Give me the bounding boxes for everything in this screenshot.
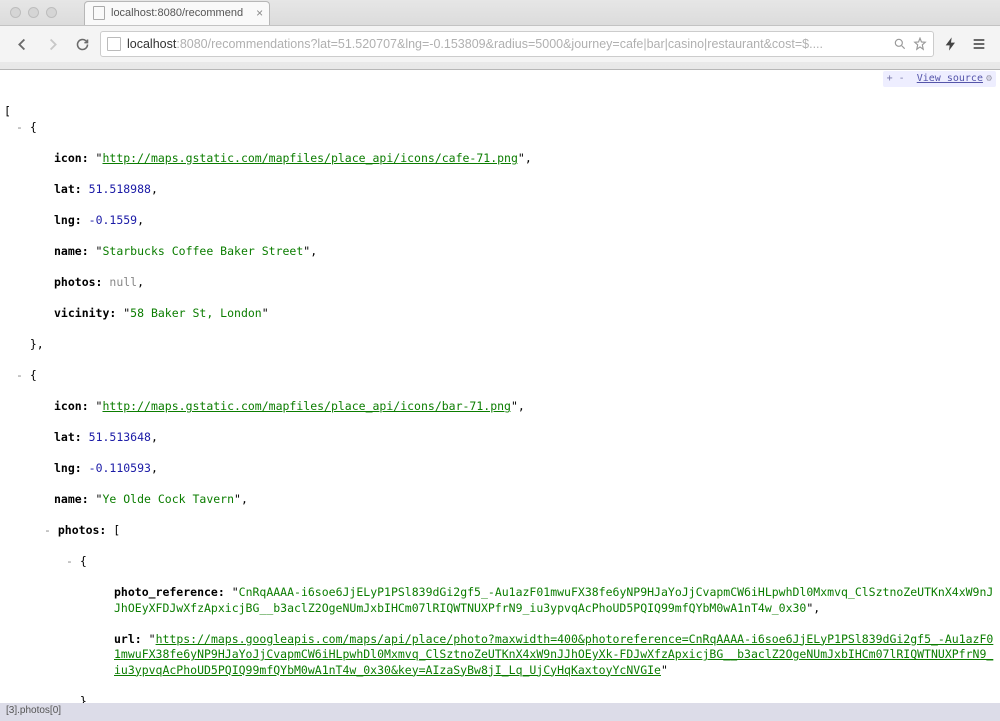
collapse-toggle-icon[interactable]: - (16, 120, 23, 134)
site-icon (107, 37, 121, 51)
window-close-icon[interactable] (10, 7, 21, 18)
browser-chrome: localhost:8080/recommend × localhost:808… (0, 0, 1000, 70)
viewer-controls[interactable]: + - View source⚙ (883, 71, 996, 87)
window-titlebar: localhost:8080/recommend × (0, 0, 1000, 26)
back-button[interactable] (10, 32, 34, 56)
browser-tab[interactable]: localhost:8080/recommend × (84, 1, 270, 25)
bookmark-star-icon[interactable] (913, 37, 927, 51)
window-zoom-icon[interactable] (46, 7, 57, 18)
collapse-toggle-icon[interactable]: - (66, 554, 73, 568)
address-bar[interactable]: localhost:8080/recommendations?lat=51.52… (100, 31, 934, 57)
status-bar: [3].photos[0] (0, 703, 1000, 721)
photo-url-link[interactable]: https://maps.googleapis.com/maps/api/pla… (114, 632, 993, 677)
extension-icon[interactable] (940, 33, 962, 55)
icon-url-link[interactable]: http://maps.gstatic.com/mapfiles/place_a… (102, 399, 511, 413)
tab-close-icon[interactable]: × (256, 6, 263, 20)
json-viewer: + - View source⚙ [ - { icon: "http://map… (0, 70, 1000, 703)
reload-button[interactable] (70, 32, 94, 56)
page-icon (93, 6, 105, 20)
address-text: localhost:8080/recommendations?lat=51.52… (127, 37, 823, 51)
collapse-toggle-icon[interactable]: - (16, 368, 23, 382)
icon-url-link[interactable]: http://maps.gstatic.com/mapfiles/place_a… (102, 151, 517, 165)
gear-icon[interactable]: ⚙ (986, 73, 992, 84)
browser-toolbar: localhost:8080/recommendations?lat=51.52… (0, 26, 1000, 62)
window-minimize-icon[interactable] (28, 7, 39, 18)
search-icon[interactable] (893, 37, 907, 51)
forward-button[interactable] (40, 32, 64, 56)
tab-title: localhost:8080/recommend (111, 7, 243, 19)
json-root[interactable]: [ - { icon: "http://maps.gstatic.com/map… (4, 104, 996, 703)
menu-icon[interactable] (968, 33, 990, 55)
view-source-link[interactable]: View source (917, 73, 983, 84)
collapse-toggle-icon[interactable]: - (44, 523, 51, 537)
